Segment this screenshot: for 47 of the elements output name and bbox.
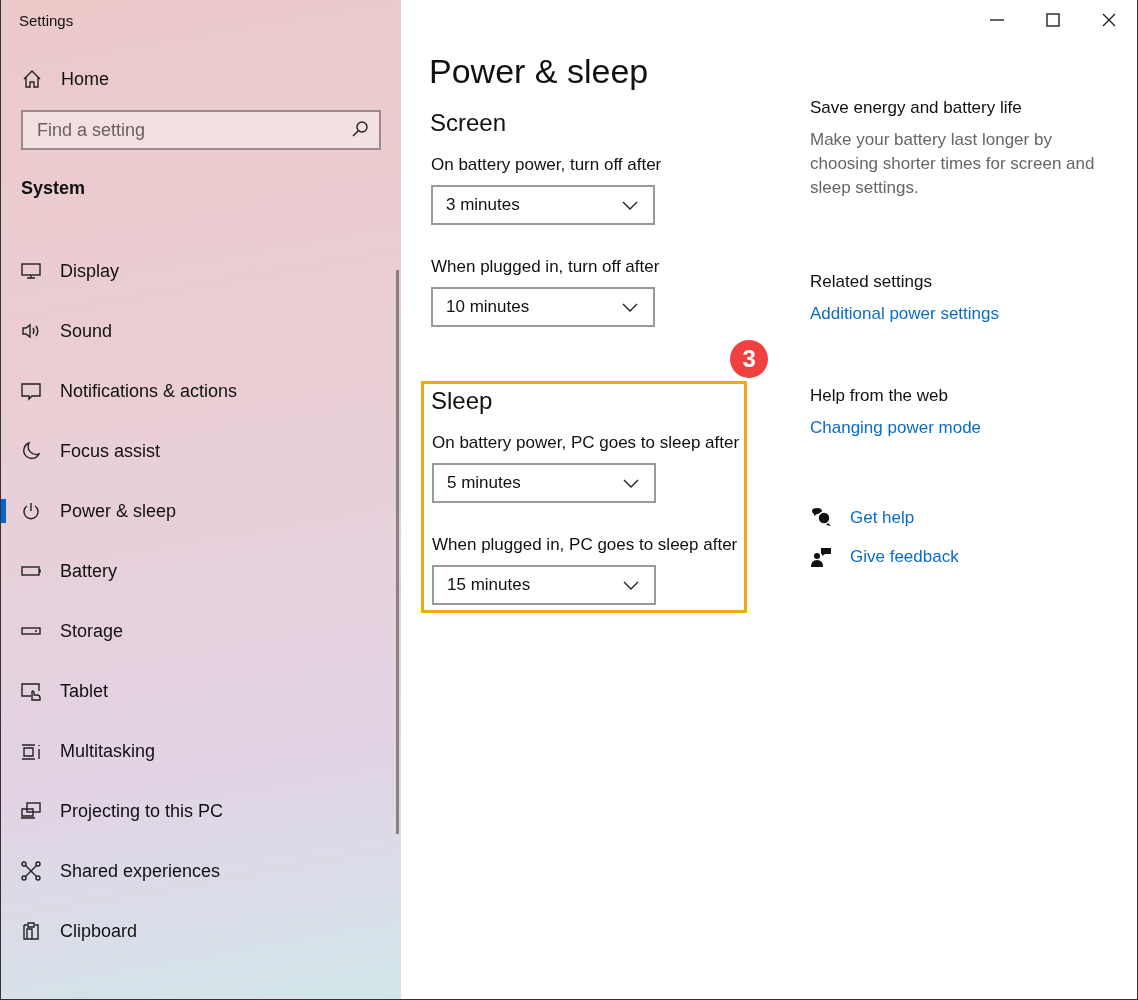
sidebar-item[interactable]: Shared experiences — [1, 841, 401, 901]
window-title: Settings — [19, 12, 74, 29]
power-icon — [20, 500, 42, 522]
help-bubbles-icon — [810, 506, 832, 529]
section-heading: Help from the web — [810, 386, 948, 406]
sidebar-item[interactable]: Display — [1, 241, 401, 301]
sidebar-item[interactable]: Sound — [1, 301, 401, 361]
sidebar-item[interactable]: Clipboard — [1, 901, 401, 961]
section-heading: Related settings — [810, 272, 932, 292]
link[interactable]: Get help — [810, 498, 915, 537]
speech-bubble-icon — [20, 380, 42, 402]
sidebar-item[interactable]: Battery — [1, 541, 401, 601]
tip-heading: Save energy and battery life — [810, 98, 1022, 118]
sidebar-item[interactable]: Multitasking — [1, 721, 401, 781]
sidebar-item[interactable]: Focus assist — [1, 421, 401, 481]
section-heading: Sleep — [431, 387, 493, 415]
screens-icon — [20, 800, 42, 822]
dropdown[interactable]: 5 minutes — [432, 463, 656, 503]
dropdown[interactable]: 15 minutes — [432, 565, 656, 605]
clipboard-icon — [20, 920, 42, 942]
dropdown[interactable]: 3 minutes — [431, 185, 655, 225]
setting-label: When plugged in, turn off after — [431, 257, 660, 277]
dropdown[interactable]: 10 minutes — [431, 287, 655, 327]
scrollbar[interactable] — [396, 270, 399, 834]
sidebar-item[interactable]: Tablet — [1, 661, 401, 721]
setting-label: On battery power, turn off after — [431, 155, 662, 175]
sidebar-item[interactable]: Notifications & actions — [1, 361, 401, 421]
home-icon — [21, 68, 43, 90]
search-field[interactable]: Find a setting — [21, 110, 381, 150]
link[interactable]: Additional power settings — [810, 304, 999, 324]
setting-label: When plugged in, PC goes to sleep after — [432, 535, 738, 555]
step-badge: 3 — [730, 340, 769, 378]
setting-label: On battery power, PC goes to sleep after — [432, 433, 740, 453]
sidebar-item[interactable]: Storage — [1, 601, 401, 661]
link[interactable]: Changing power mode — [810, 418, 982, 438]
link[interactable]: Give feedback — [810, 537, 959, 576]
person-feedback-icon — [810, 545, 832, 568]
section-heading: Screen — [430, 109, 507, 137]
home-link[interactable]: Home — [21, 68, 109, 90]
moon-icon — [20, 440, 42, 462]
network-nodes-icon — [20, 860, 42, 882]
sidebar-item[interactable]: Projecting to this PC — [1, 781, 401, 841]
tip-text: Make your battery last longer by choosing shorter times for screen and sleep settings. — [810, 129, 1096, 199]
monitor-icon — [20, 260, 42, 282]
tablet-touch-icon — [20, 680, 42, 702]
section-heading: System — [21, 178, 86, 199]
page-title: Power & sleep — [429, 52, 649, 91]
